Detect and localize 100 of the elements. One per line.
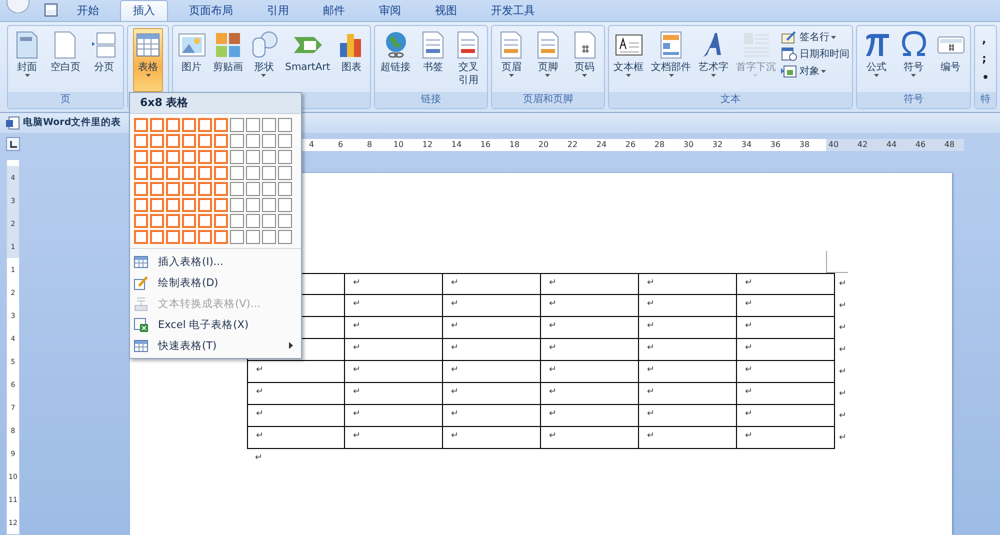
ruler-number: 22 [566,139,579,151]
symbol-button[interactable]: • [982,70,990,86]
table-cell: ↵ [639,273,737,295]
table-cell: ↵ [639,361,737,383]
ribbon-button[interactable]: 封面 [12,28,42,92]
ribbon-tab[interactable]: 页面布局 [176,0,246,21]
ruler-number: 4 [308,139,316,151]
row-end-mark: ↵ [838,432,848,445]
ribbon-button[interactable]: 形状 [248,28,280,92]
ruler-number: 18 [508,139,521,151]
ribbon-button[interactable]: 编号 [934,28,966,92]
ribbon-button[interactable]: 艺术字 [696,28,730,92]
ruler-number: 40 [827,139,840,151]
group-label: 页 [8,92,123,108]
ribbon-button[interactable]: 公式 [860,28,892,92]
table-cell: ↵ [541,295,639,317]
ribbon-button[interactable]: 超链接 [378,28,413,92]
ruler-number: 10 [392,139,405,151]
ribbon-button[interactable]: SmartArt [283,28,332,92]
ribbon-tab[interactable]: 开发工具 [478,0,548,21]
ribbon-tab[interactable]: 引用 [254,0,302,21]
group-label: 页眉和页脚 [492,92,604,108]
ribbon-button[interactable]: 文档部件 [649,28,694,92]
group-label: 文本 [609,92,852,108]
table-cell: ↵ [737,383,835,405]
table-cell: ↵ [541,317,639,339]
row-end-mark: ↵ [838,344,848,357]
ribbon-button[interactable]: 日期和时间 [781,47,850,61]
ribbon-tab[interactable]: 视图 [422,0,470,21]
ribbon-button[interactable]: 签名行 [781,30,850,44]
ruler-number: 8 [366,139,374,151]
ruler-number: 44 [885,139,898,151]
group-label: 符号 [857,92,970,108]
ruler-number: 32 [711,139,724,151]
ribbon-button[interactable]: 图片 [176,28,208,92]
ribbon-button[interactable]: 文本框 [612,28,646,92]
table-cell: ↵ [737,339,835,361]
document-title[interactable]: 电脑Word文件里的表 [23,116,122,130]
ribbon-button[interactable]: 剪贴画 [210,28,245,92]
table-cell: ↵ [345,273,443,295]
ribbon-tab[interactable]: 开始 [64,0,112,21]
ribbon-button[interactable]: 页脚 [532,28,563,92]
group-label: 链接 [375,92,487,108]
menu-item[interactable]: Excel 电子表格(X) [130,314,301,335]
table-cell: ↵ [737,361,835,383]
table-cell: ↵ [247,427,345,449]
ribbon-button[interactable]: 图表 [335,28,368,92]
table-cell: ↵ [345,383,443,405]
ribbon-button[interactable]: 交叉引用 [453,28,484,92]
table-cell: ↵ [737,317,835,339]
table-cell: ↵ [345,361,443,383]
ribbon-button[interactable]: 空白页 [48,28,82,92]
ribbon-button[interactable]: 页眉 [496,28,526,92]
ribbon-tab[interactable]: 插入 [120,0,168,21]
ribbon-tab[interactable]: 审阅 [366,0,414,21]
row-end-mark: ↵ [838,300,848,313]
menu-item[interactable]: 绘制表格(D) [130,272,301,293]
table-cell: ↵ [443,383,541,405]
ribbon-tab[interactable]: 邮件 [310,0,358,21]
ruler-number: 28 [653,139,666,151]
table-cell: ↵ [541,427,639,449]
table-cell: ↵ [443,405,541,427]
ribbon-button[interactable]: 符号 [898,28,930,92]
table-cell: ↵ [639,339,737,361]
ruler-number: 6 [336,139,344,151]
row-end-mark: ↵ [838,322,848,335]
table-cell: ↵ [247,405,345,427]
table-cell: ↵ [247,383,345,405]
ruler-number: 16 [479,139,492,151]
ribbon-button[interactable]: 对象 [781,64,850,78]
table-cell: ↵ [737,427,835,449]
ruler-number: 26 [624,139,637,151]
table-cell: ↵ [541,339,639,361]
table-cell: ↵ [443,361,541,383]
row-end-mark: ↵ [838,366,848,379]
table-cell: ↵ [639,295,737,317]
table-cell: ↵ [639,405,737,427]
ribbon-button[interactable]: 页码 [570,28,600,92]
table-cell: ↵ [345,339,443,361]
ruler-number: 12 [421,139,434,151]
table-cell: ↵ [247,361,345,383]
ruler-number: 46 [914,139,927,151]
table-cell: ↵ [639,427,737,449]
table-cell: ↵ [541,405,639,427]
ruler-number: 48 [943,139,956,151]
table-cell: ↵ [639,317,737,339]
ribbon-button[interactable]: 表格 [133,28,163,92]
ribbon-button[interactable]: 书签 [418,28,448,92]
symbol-button[interactable]: ; [982,51,990,67]
menu-item[interactable]: 插入表格(I)... [130,251,301,272]
symbol-button[interactable]: , [982,32,990,48]
table-cell: ↵ [443,273,541,295]
ribbon-button[interactable]: 分页 [88,28,119,92]
table-cell: ↵ [345,295,443,317]
table-cell: ↵ [443,317,541,339]
table-cell: ↵ [737,295,835,317]
ruler-number: 38 [798,139,811,151]
menu-item[interactable]: 快速表格(T) [130,335,301,356]
ruler-number: 36 [769,139,782,151]
table-cell: ↵ [639,383,737,405]
